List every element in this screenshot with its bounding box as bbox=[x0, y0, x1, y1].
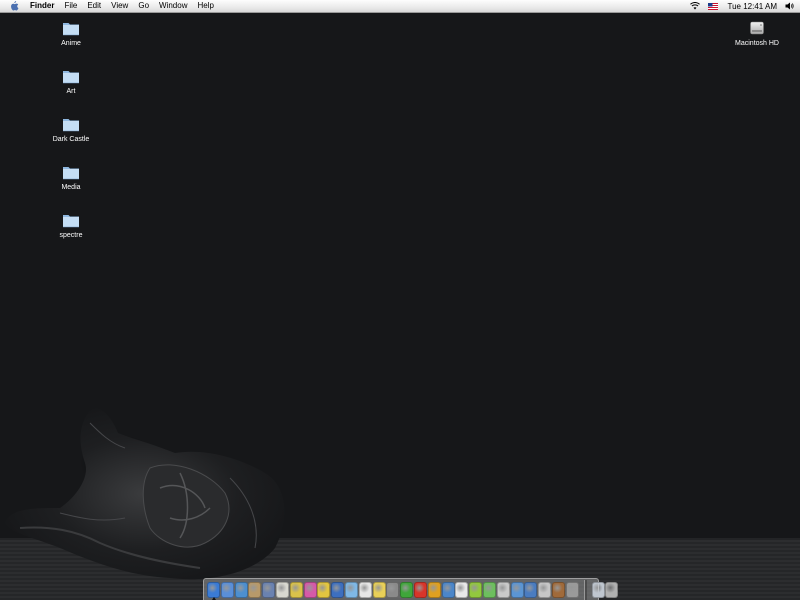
desktop-folder-dark-castle[interactable]: Dark Castle bbox=[36, 115, 106, 143]
dock-separator bbox=[583, 579, 587, 600]
notes-icon[interactable] bbox=[289, 581, 303, 598]
menu-help[interactable]: Help bbox=[192, 0, 218, 12]
dock-others bbox=[591, 581, 620, 598]
dock-apps bbox=[207, 581, 580, 600]
ichat-icon[interactable] bbox=[317, 581, 331, 598]
dock bbox=[203, 578, 619, 600]
desktop-folder-label: Art bbox=[66, 88, 76, 95]
desktop-folder-art[interactable]: Art bbox=[36, 67, 106, 95]
menu-extras: Tue 12:41 AM bbox=[682, 0, 794, 12]
running-indicator bbox=[212, 596, 216, 600]
globe-icon[interactable] bbox=[441, 581, 455, 598]
folder-icon bbox=[63, 215, 79, 228]
image-viewer-icon[interactable] bbox=[275, 581, 289, 598]
menu-clock[interactable]: Tue 12:41 AM bbox=[727, 2, 777, 11]
wifi-icon[interactable] bbox=[690, 2, 701, 10]
desktop-folder-label: Anime bbox=[61, 40, 81, 47]
desktop-background bbox=[0, 13, 800, 600]
desktop-folder-label: spectre bbox=[59, 232, 83, 239]
desktop-folder-anime[interactable]: Anime bbox=[36, 19, 106, 47]
menu-edit[interactable]: Edit bbox=[82, 0, 106, 12]
red-circle-icon[interactable] bbox=[413, 581, 427, 598]
menu-file[interactable]: File bbox=[59, 0, 82, 12]
compass-icon[interactable] bbox=[510, 581, 524, 598]
menu-go[interactable]: Go bbox=[133, 0, 154, 12]
document-icon[interactable] bbox=[358, 581, 372, 598]
safari-icon[interactable] bbox=[234, 581, 248, 598]
desktop-folder-label: Media bbox=[61, 184, 81, 191]
menu-bar: Finder File Edit View Go Window Help Tue… bbox=[0, 0, 800, 13]
us-flag-icon[interactable] bbox=[708, 2, 719, 10]
spiral-icon[interactable] bbox=[482, 581, 496, 598]
word-icon[interactable] bbox=[331, 581, 345, 598]
green-swirl-icon[interactable] bbox=[400, 581, 414, 598]
system-preferences-icon[interactable] bbox=[565, 581, 579, 598]
mail-icon[interactable] bbox=[220, 581, 234, 598]
menu-app-finder[interactable]: Finder bbox=[25, 0, 59, 12]
dictionary-icon[interactable] bbox=[538, 581, 552, 598]
trash-icon[interactable] bbox=[605, 581, 619, 598]
xcode-icon[interactable] bbox=[524, 581, 538, 598]
text-editor-icon[interactable] bbox=[248, 581, 262, 598]
sun-icon[interactable] bbox=[372, 581, 386, 598]
apple-icon[interactable] bbox=[7, 1, 21, 12]
itunes-icon[interactable] bbox=[344, 581, 358, 598]
desktop-folder-media[interactable]: Media bbox=[36, 163, 106, 191]
menu-window[interactable]: Window bbox=[154, 0, 192, 12]
finder-icon[interactable] bbox=[207, 581, 220, 600]
volume-icon[interactable] bbox=[785, 2, 794, 10]
sculpture-artwork bbox=[5, 408, 285, 580]
folder-icon bbox=[63, 71, 79, 84]
download-stack-icon[interactable] bbox=[591, 581, 605, 598]
green-square-icon[interactable] bbox=[469, 581, 483, 598]
clapper-icon[interactable] bbox=[386, 581, 400, 598]
pinwheel-icon[interactable] bbox=[303, 581, 317, 598]
desktop-folder-spectre[interactable]: spectre bbox=[36, 211, 106, 239]
yellow-flash-icon[interactable] bbox=[427, 581, 441, 598]
play-icon[interactable] bbox=[496, 581, 510, 598]
folder-icon bbox=[63, 167, 79, 180]
folder-icon bbox=[63, 119, 79, 132]
ipod-icon[interactable] bbox=[455, 581, 469, 598]
folder-icon bbox=[63, 23, 79, 36]
desktop-drive-macintosh-hd[interactable]: Macintosh HD bbox=[722, 19, 792, 47]
desktop-folder-label: Dark Castle bbox=[52, 136, 90, 143]
menu-view[interactable]: View bbox=[106, 0, 133, 12]
tools-icon[interactable] bbox=[551, 581, 565, 598]
apple-logo bbox=[10, 1, 18, 11]
desktop-drive-label: Macintosh HD bbox=[735, 40, 779, 47]
address-book-icon[interactable] bbox=[262, 581, 276, 598]
hard-drive-icon bbox=[750, 21, 764, 35]
